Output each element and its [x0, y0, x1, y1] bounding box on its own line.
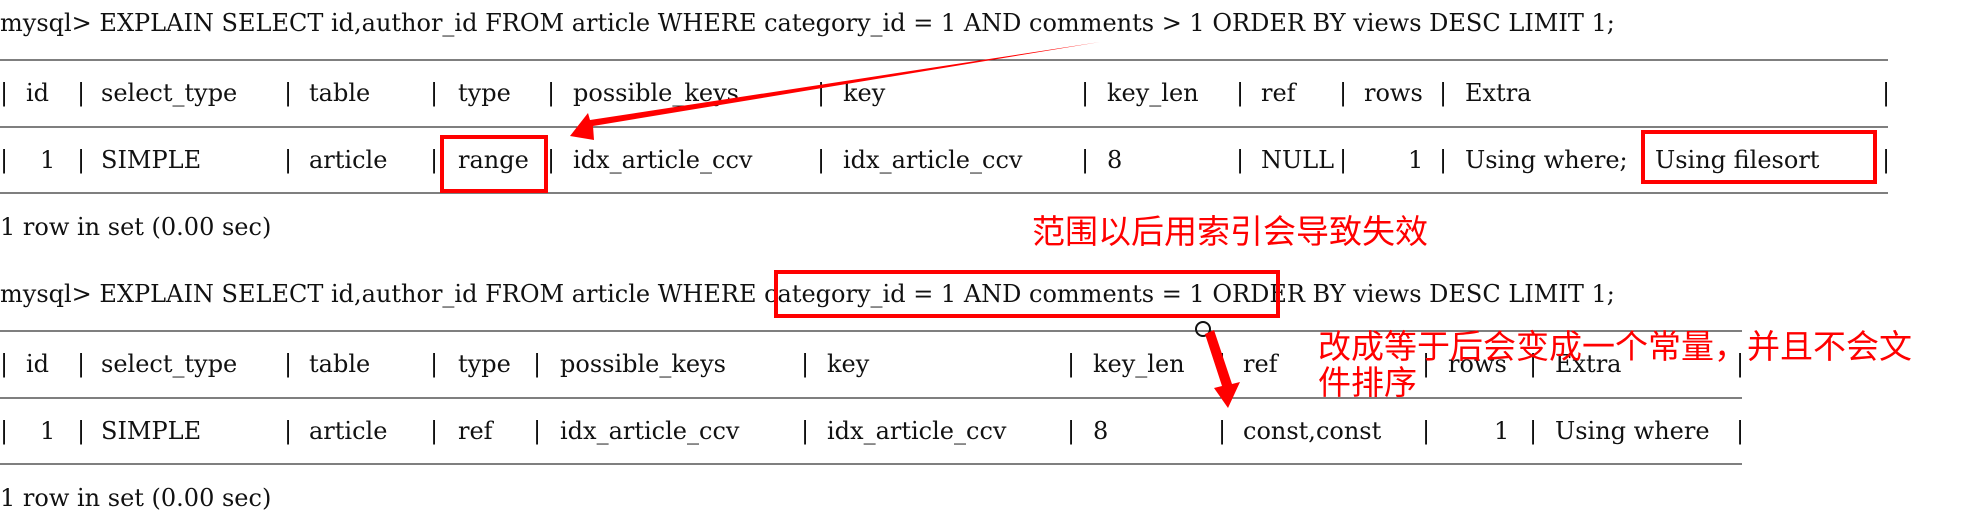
q1-cell-key: idx_article_ccv — [843, 146, 1023, 174]
svg-text:|: | — [1882, 146, 1890, 175]
query2-footer: 1 row in set (0.00 sec) — [0, 484, 271, 512]
q2-cell-table: article — [309, 417, 387, 445]
svg-text:|: | — [1339, 146, 1347, 175]
svg-text:|: | — [817, 146, 825, 175]
q1-col-rows: rows — [1364, 79, 1423, 107]
svg-text:|: | — [77, 79, 85, 108]
q1-cell-possible-keys: idx_article_ccv — [573, 146, 753, 174]
svg-text:|: | — [0, 79, 8, 108]
q2-col-possible-keys: possible_keys — [560, 350, 726, 378]
q2-col-select-type: select_type — [101, 350, 237, 378]
q2-col-table: table — [309, 350, 370, 378]
q2-cell-extra: Using where — [1555, 417, 1710, 445]
q2-cell-possible-keys: idx_article_ccv — [560, 417, 740, 445]
q1-cell-rows: 1 — [1408, 146, 1423, 174]
svg-text:|: | — [1529, 417, 1537, 446]
q2-col-type: type — [458, 350, 511, 378]
svg-text:|: | — [284, 417, 292, 446]
svg-text:|: | — [284, 146, 292, 175]
annotation-note-range: 范围以后用索引会导致失效 — [1032, 212, 1428, 251]
svg-text:|: | — [284, 350, 292, 379]
q1-col-type: type — [458, 79, 511, 107]
terminal-screenshot: mysql> EXPLAIN SELECT id,author_id FROM … — [0, 9, 1890, 512]
svg-text:|: | — [77, 350, 85, 379]
annotation-note-const-line1: 改成等于后会变成一个常量，并且不会文 — [1318, 327, 1912, 366]
svg-text:|: | — [430, 146, 438, 175]
query2-prompt-line: mysql> EXPLAIN SELECT id,author_id FROM … — [0, 280, 1615, 308]
q2-cell-key: idx_article_ccv — [827, 417, 1007, 445]
svg-text:|: | — [801, 350, 809, 379]
q2-col-id: id — [26, 350, 49, 378]
svg-text:|: | — [1736, 417, 1744, 446]
q2-col-key-len: key_len — [1093, 350, 1185, 378]
svg-text:|: | — [1439, 79, 1447, 108]
svg-text:|: | — [1218, 417, 1226, 446]
svg-text:|: | — [1882, 79, 1890, 108]
q1-cell-ref: NULL — [1261, 146, 1334, 174]
svg-text:|: | — [1081, 79, 1089, 108]
q1-cell-extra-where: Using where; — [1465, 146, 1628, 174]
svg-text:|: | — [1081, 146, 1089, 175]
svg-text:|: | — [77, 417, 85, 446]
svg-text:|: | — [1067, 417, 1075, 446]
q1-col-extra: Extra — [1465, 79, 1531, 107]
svg-text:|: | — [1339, 79, 1347, 108]
svg-text:|: | — [430, 417, 438, 446]
q2-cell-select-type: SIMPLE — [101, 417, 201, 445]
arrow-to-ref — [1195, 321, 1240, 408]
q1-cell-key-len: 8 — [1107, 146, 1122, 174]
q2-cell-key-len: 8 — [1093, 417, 1108, 445]
svg-text:|: | — [1439, 146, 1447, 175]
q1-cell-extra-filesort: Using filesort — [1655, 146, 1820, 174]
q2-cell-ref: const,const — [1243, 417, 1382, 445]
query2-data-row: | 1 | SIMPLE | article | ref | idx_artic… — [0, 417, 1744, 446]
q2-col-key: key — [827, 350, 870, 378]
svg-text:|: | — [533, 417, 541, 446]
svg-text:|: | — [817, 79, 825, 108]
q2-cell-rows: 1 — [1494, 417, 1509, 445]
svg-text:|: | — [430, 350, 438, 379]
q1-col-select-type: select_type — [101, 79, 237, 107]
svg-text:|: | — [0, 417, 8, 446]
svg-text:|: | — [0, 146, 8, 175]
query1-data-row: | 1 | SIMPLE | article | range | idx_art… — [0, 146, 1890, 175]
q2-col-ref: ref — [1243, 350, 1280, 378]
annotation-note-const-line2: 件排序 — [1318, 363, 1417, 402]
q1-col-key-len: key_len — [1107, 79, 1199, 107]
svg-text:|: | — [1236, 146, 1244, 175]
q2-cell-type: ref — [458, 417, 495, 445]
q1-col-ref: ref — [1261, 79, 1298, 107]
q1-col-table: table — [309, 79, 370, 107]
query1-footer: 1 row in set (0.00 sec) — [0, 213, 271, 241]
svg-text:|: | — [801, 417, 809, 446]
svg-text:|: | — [284, 79, 292, 108]
svg-text:|: | — [1236, 79, 1244, 108]
svg-text:|: | — [547, 146, 555, 175]
svg-text:|: | — [0, 350, 8, 379]
q1-cell-type: range — [458, 146, 529, 174]
svg-text:|: | — [430, 79, 438, 108]
q2-cell-id: 1 — [40, 417, 55, 445]
svg-text:|: | — [1067, 350, 1075, 379]
q1-cell-select-type: SIMPLE — [101, 146, 201, 174]
query1-header-row: | id | select_type | table | type | poss… — [0, 79, 1890, 108]
svg-text:|: | — [533, 350, 541, 379]
query1-prompt-line: mysql> EXPLAIN SELECT id,author_id FROM … — [0, 9, 1615, 37]
svg-text:|: | — [1422, 417, 1430, 446]
q1-cell-table: article — [309, 146, 387, 174]
q1-col-id: id — [26, 79, 49, 107]
svg-text:|: | — [77, 146, 85, 175]
q1-cell-id: 1 — [40, 146, 55, 174]
svg-text:|: | — [547, 79, 555, 108]
